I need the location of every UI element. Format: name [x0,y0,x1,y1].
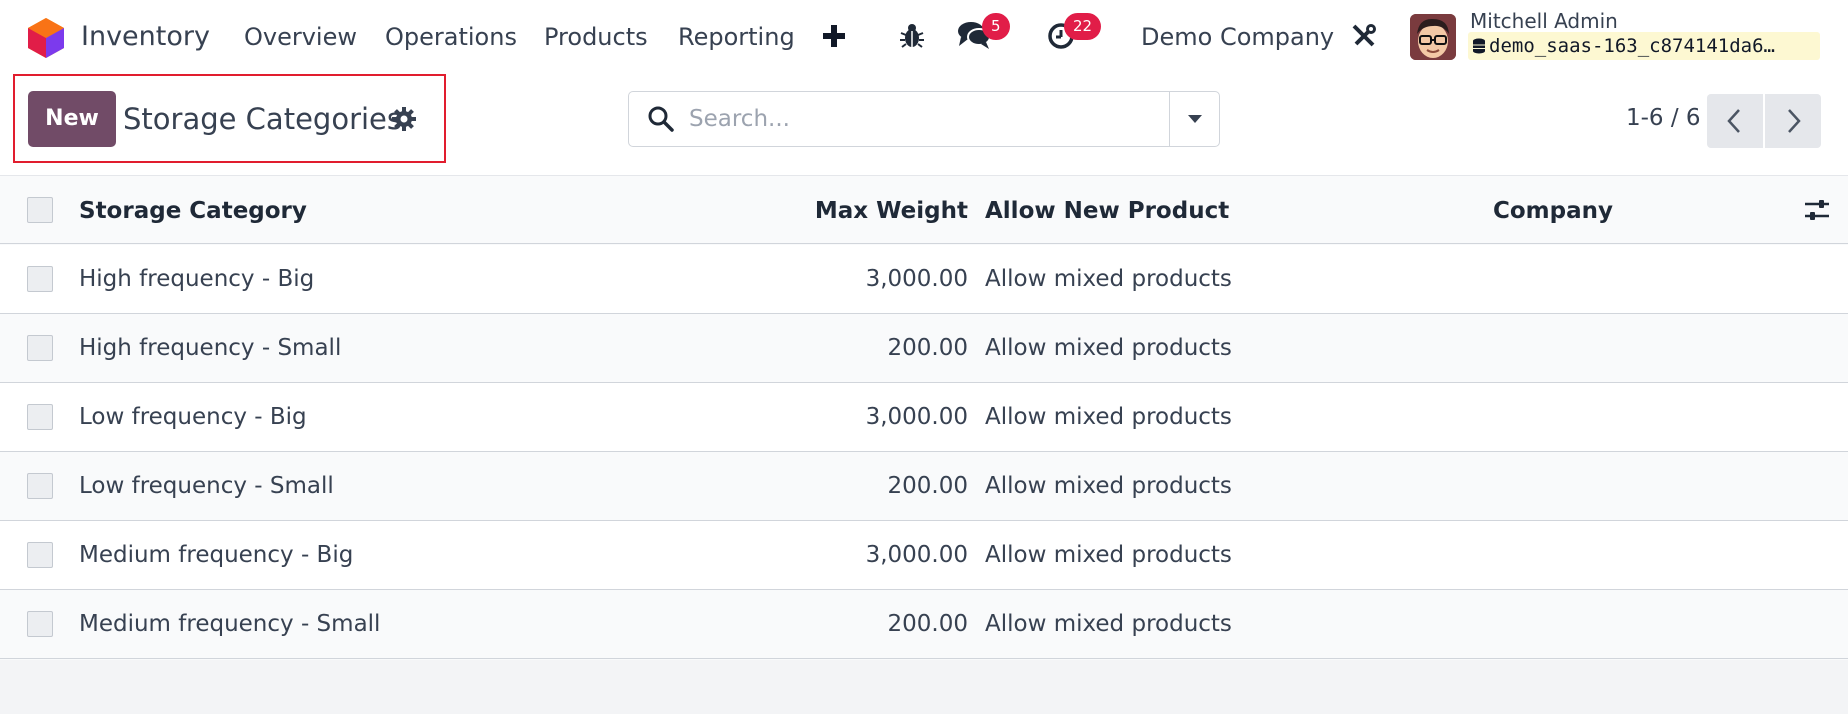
pager-next[interactable] [1765,94,1821,148]
avatar[interactable] [1410,14,1456,60]
row-checkbox[interactable] [27,473,53,499]
column-header-allow-new-product[interactable]: Allow New Product [985,196,1229,226]
cell-storage-category: High frequency - Big [79,266,315,292]
chevron-right-icon [1788,109,1801,133]
menu-products[interactable]: Products [544,20,648,54]
database-chip[interactable]: demo_saas-163_c874141da6… [1468,32,1820,60]
table-row[interactable]: High frequency - Big 3,000.00 Allow mixe… [0,245,1848,314]
column-settings-icon[interactable] [1804,198,1830,222]
column-header-storage-category[interactable]: Storage Category [79,196,307,226]
cell-allow-new-product: Allow mixed products [985,542,1232,568]
database-icon [1473,38,1485,54]
chat-badge: 5 [982,13,1010,40]
cell-allow-new-product: Allow mixed products [985,404,1232,430]
cell-allow-new-product: Allow mixed products [985,266,1232,292]
row-checkbox[interactable] [27,404,53,430]
cell-max-weight: 200.00 [887,473,968,499]
table-row[interactable]: Low frequency - Big 3,000.00 Allow mixed… [0,383,1848,452]
plus-icon[interactable] [823,25,845,47]
app-logo-icon[interactable] [28,18,64,58]
cell-max-weight: 200.00 [887,611,968,637]
cell-allow-new-product: Allow mixed products [985,611,1232,637]
row-checkbox[interactable] [27,542,53,568]
database-name: demo_saas-163_c874141da6… [1489,35,1775,57]
cell-allow-new-product: Allow mixed products [985,335,1232,361]
table-row[interactable]: Medium frequency - Small 200.00 Allow mi… [0,590,1848,659]
cell-max-weight: 3,000.00 [865,542,968,568]
pager-previous[interactable] [1707,94,1763,148]
list-header: Storage Category Max Weight Allow New Pr… [0,176,1848,244]
cell-storage-category: Medium frequency - Small [79,611,381,637]
table-row[interactable]: Medium frequency - Big 3,000.00 Allow mi… [0,521,1848,590]
menu-reporting[interactable]: Reporting [678,20,795,54]
menu-overview[interactable]: Overview [244,20,357,54]
cell-storage-category: High frequency - Small [79,335,342,361]
top-navbar: Inventory Overview Operations Products R… [0,0,1848,74]
row-checkbox[interactable] [27,335,53,361]
pager-value[interactable]: 1-6 / 6 [1626,102,1701,134]
activity-badge: 22 [1064,13,1102,40]
row-checkbox[interactable] [27,266,53,292]
cell-allow-new-product: Allow mixed products [985,473,1232,499]
search-input[interactable] [689,100,1159,138]
page-title: Storage Categories [123,102,402,136]
caret-down-icon [1188,115,1202,123]
new-button[interactable]: New [28,91,116,147]
row-checkbox[interactable] [27,611,53,637]
table-row[interactable]: High frequency - Small 200.00 Allow mixe… [0,314,1848,383]
company-switcher[interactable]: Demo Company [1141,20,1334,54]
gear-icon[interactable] [391,106,417,132]
cell-storage-category: Low frequency - Big [79,404,307,430]
menu-operations[interactable]: Operations [385,20,517,54]
column-header-company[interactable]: Company [1493,196,1613,226]
cell-storage-category: Medium frequency - Big [79,542,354,568]
chevron-left-icon [1727,109,1740,133]
cell-storage-category: Low frequency - Small [79,473,334,499]
cell-max-weight: 3,000.00 [865,404,968,430]
user-name[interactable]: Mitchell Admin [1470,8,1618,34]
select-all-checkbox[interactable] [27,197,53,223]
column-header-max-weight[interactable]: Max Weight [700,196,968,226]
tools-icon[interactable] [1351,23,1377,49]
cell-max-weight: 3,000.00 [865,266,968,292]
search-options-toggle[interactable] [1169,92,1219,146]
app-name[interactable]: Inventory [81,18,210,56]
list-empty-area [0,660,1848,714]
table-row[interactable]: Low frequency - Small 200.00 Allow mixed… [0,452,1848,521]
search-box [628,91,1220,147]
bug-icon[interactable] [900,23,924,49]
cell-max-weight: 200.00 [887,335,968,361]
search-icon [648,106,674,132]
avatar-face-icon [1410,14,1456,60]
